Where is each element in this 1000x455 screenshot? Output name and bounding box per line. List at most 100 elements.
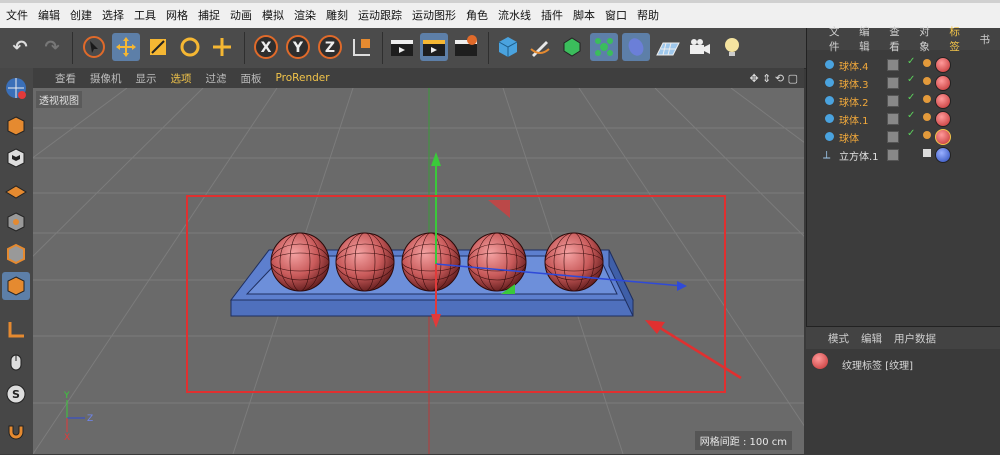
menu-script[interactable]: 脚本 [573, 7, 595, 28]
material-tag-icon[interactable] [935, 57, 951, 73]
list-item[interactable]: 球体.2 ✓ [807, 92, 1000, 110]
list-item[interactable]: 球体.1 ✓ [807, 110, 1000, 128]
viewport-menu-options[interactable]: 选项 [171, 71, 192, 86]
list-item[interactable]: 球体 ✓ [807, 128, 1000, 146]
floor-environment-icon[interactable] [654, 33, 682, 61]
viewport-menu-display[interactable]: 显示 [136, 71, 157, 86]
cloner-icon[interactable] [590, 33, 618, 61]
undo-icon[interactable]: ↶ [6, 33, 34, 61]
menu-plugins[interactable]: 插件 [541, 7, 563, 28]
menu-file[interactable]: 文件 [6, 7, 28, 28]
visibility-icon[interactable] [887, 131, 899, 143]
menu-select[interactable]: 选择 [102, 7, 124, 28]
menu-tools[interactable]: 工具 [134, 7, 156, 28]
menu-render[interactable]: 渲染 [294, 7, 316, 28]
material-tag-icon[interactable] [935, 129, 951, 145]
menu-create[interactable]: 创建 [70, 7, 92, 28]
phong-tag-icon[interactable] [923, 77, 931, 85]
am-tab-user-data[interactable]: 用户数据 [894, 331, 936, 346]
visibility-icon[interactable] [887, 59, 899, 71]
om-tab-edit[interactable]: 编辑 [859, 24, 878, 54]
menu-snap[interactable]: 捕捉 [198, 7, 220, 28]
deformer-icon[interactable] [622, 33, 650, 61]
om-tab-file[interactable]: 文件 [829, 24, 848, 54]
camera-icon[interactable] [686, 33, 714, 61]
material-tag-icon[interactable] [935, 147, 951, 163]
object-name[interactable]: 球体.1 [839, 112, 869, 127]
polygons-mode-icon[interactable] [2, 272, 30, 300]
light-icon[interactable] [718, 33, 746, 61]
material-tag-icon[interactable] [935, 75, 951, 91]
magnet-icon[interactable] [2, 420, 30, 448]
phong-tag-icon[interactable] [923, 131, 931, 139]
scale-tool-icon[interactable] [144, 33, 172, 61]
redo-icon[interactable]: ↷ [38, 33, 66, 61]
enabled-check-icon[interactable]: ✓ [907, 56, 915, 67]
render-to-picture-viewer-icon[interactable] [420, 33, 448, 61]
menu-help[interactable]: 帮助 [637, 7, 659, 28]
menu-edit[interactable]: 编辑 [38, 7, 60, 28]
menu-character[interactable]: 角色 [466, 7, 488, 28]
select-arrow-icon[interactable] [80, 33, 108, 61]
enabled-check-icon[interactable]: ✓ [907, 92, 915, 103]
model-mode-icon[interactable] [2, 112, 30, 140]
render-settings-icon[interactable] [452, 33, 480, 61]
coordinate-system-icon[interactable] [348, 33, 376, 61]
uvw-tag-icon[interactable] [923, 149, 931, 157]
om-tab-bookmarks[interactable]: 书 [979, 32, 990, 47]
object-name[interactable]: 立方体.1 [839, 148, 879, 163]
visibility-icon[interactable] [887, 113, 899, 125]
subdivision-surface-icon[interactable] [558, 33, 586, 61]
list-item[interactable]: 球体.4 ✓ [807, 56, 1000, 74]
menu-sculpt[interactable]: 雕刻 [326, 7, 348, 28]
recent-tool-icon[interactable] [208, 33, 236, 61]
menu-simulate[interactable]: 模拟 [262, 7, 284, 28]
phong-tag-icon[interactable] [923, 95, 931, 103]
make-editable-icon[interactable] [2, 74, 30, 102]
menu-mesh[interactable]: 网格 [166, 7, 188, 28]
axis-mode-icon[interactable] [2, 316, 30, 344]
material-tag-icon[interactable] [935, 93, 951, 109]
points-mode-icon[interactable] [2, 208, 30, 236]
visibility-icon[interactable] [887, 77, 899, 89]
enabled-check-icon[interactable]: ✓ [907, 110, 915, 121]
move-tool-icon[interactable] [112, 33, 140, 61]
menu-window[interactable]: 窗口 [605, 7, 627, 28]
enabled-check-icon[interactable]: ✓ [907, 128, 915, 139]
list-item[interactable]: 球体.3 ✓ [807, 74, 1000, 92]
visibility-icon[interactable] [887, 149, 899, 161]
phong-tag-icon[interactable] [923, 59, 931, 67]
object-name[interactable]: 球体 [839, 130, 859, 145]
menu-animate[interactable]: 动画 [230, 7, 252, 28]
workplane-mode-icon[interactable] [2, 176, 30, 204]
snap-icon[interactable]: S [2, 380, 30, 408]
cube-object-icon[interactable] [494, 33, 522, 61]
render-view-icon[interactable] [388, 33, 416, 61]
om-tab-objects[interactable]: 对象 [919, 24, 938, 54]
om-tab-view[interactable]: 查看 [889, 24, 908, 54]
axis-x-lock-button[interactable]: X [252, 33, 280, 61]
menu-pipeline[interactable]: 流水线 [498, 7, 531, 28]
viewport-menu-view[interactable]: 查看 [55, 71, 76, 86]
rotate-tool-icon[interactable] [176, 33, 204, 61]
object-name[interactable]: 球体.3 [839, 76, 869, 91]
am-tab-mode[interactable]: 模式 [828, 331, 849, 346]
material-tag-icon[interactable] [935, 111, 951, 127]
menu-motion-tracker[interactable]: 运动跟踪 [358, 7, 402, 28]
am-tab-edit[interactable]: 编辑 [861, 331, 882, 346]
edges-mode-icon[interactable] [2, 240, 30, 268]
menu-mograph[interactable]: 运动图形 [412, 7, 456, 28]
viewport-menu-filter[interactable]: 过滤 [206, 71, 227, 86]
enabled-check-icon[interactable]: ✓ [907, 74, 915, 85]
viewport-menu-panel[interactable]: 面板 [241, 71, 262, 86]
perspective-viewport[interactable]: Y Z X 透视视图 网格间距 : 100 cm [33, 88, 804, 454]
pen-spline-icon[interactable] [526, 33, 554, 61]
visibility-icon[interactable] [887, 95, 899, 107]
axis-z-lock-button[interactable]: Z [316, 33, 344, 61]
object-name[interactable]: 球体.2 [839, 94, 869, 109]
viewport-nav-icons[interactable]: ✥ ⇕ ⟲ ▢ [749, 72, 798, 85]
om-tab-tags[interactable]: 标签 [949, 24, 968, 54]
texture-mode-icon[interactable] [2, 144, 30, 172]
viewport-menu-prorender[interactable]: ProRender [276, 72, 330, 84]
phong-tag-icon[interactable] [923, 113, 931, 121]
